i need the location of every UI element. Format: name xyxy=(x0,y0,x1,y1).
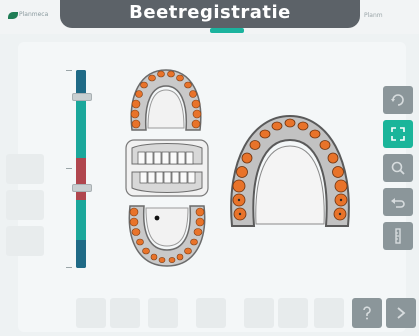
bottom-placeholder-7 xyxy=(314,298,344,328)
rotate-button[interactable] xyxy=(383,86,413,114)
active-tab-indicator xyxy=(210,28,244,33)
left-placeholder-3 xyxy=(6,226,44,256)
bottom-placeholder-3 xyxy=(148,298,178,328)
zoom-icon xyxy=(391,161,405,175)
rotate-icon xyxy=(391,94,404,106)
fit-view-button[interactable] xyxy=(383,120,413,148)
bottom-placeholder-5 xyxy=(244,298,274,328)
ruler-icon xyxy=(395,228,401,244)
help-icon xyxy=(363,306,371,320)
page-title: Beetregistratie xyxy=(60,0,360,28)
slider-band-teal xyxy=(76,98,86,158)
slider-band-red xyxy=(76,158,86,200)
lower-arch-scan xyxy=(128,205,206,267)
slider-band-teal-lower xyxy=(76,200,86,240)
app-window: Planmeca Planm Beetregistratie xyxy=(0,0,419,336)
bottom-placeholder-1 xyxy=(76,298,106,328)
ruler-button[interactable] xyxy=(383,222,413,250)
upper-arch-scan xyxy=(130,69,202,131)
help-button[interactable] xyxy=(352,298,382,328)
slider-tick xyxy=(66,168,72,169)
bottom-placeholder-6 xyxy=(278,298,308,328)
next-button[interactable] xyxy=(386,298,416,328)
slider-band-blue-lower xyxy=(76,240,86,268)
left-placeholder-2 xyxy=(6,190,44,220)
next-icon xyxy=(397,307,406,319)
top-right-label: Planm xyxy=(364,12,383,19)
frontal-bite-scan xyxy=(125,139,209,197)
bottom-placeholder-4 xyxy=(196,298,226,328)
slider-handle-upper[interactable] xyxy=(72,93,92,101)
slider-tick xyxy=(66,267,72,268)
logo-mark-icon xyxy=(8,12,18,19)
undo-icon xyxy=(391,198,405,208)
undo-button[interactable] xyxy=(383,188,413,216)
slider-handle-lower[interactable] xyxy=(72,184,92,192)
slider-tick xyxy=(66,70,72,71)
upper-arch-large-scan xyxy=(230,114,350,227)
zoom-button[interactable] xyxy=(383,154,413,182)
app-name: Planmeca xyxy=(19,11,49,18)
left-placeholder-1 xyxy=(6,154,44,184)
bottom-placeholder-2 xyxy=(110,298,140,328)
app-logo: Planmeca xyxy=(8,11,48,21)
fit-view-icon xyxy=(391,127,405,141)
